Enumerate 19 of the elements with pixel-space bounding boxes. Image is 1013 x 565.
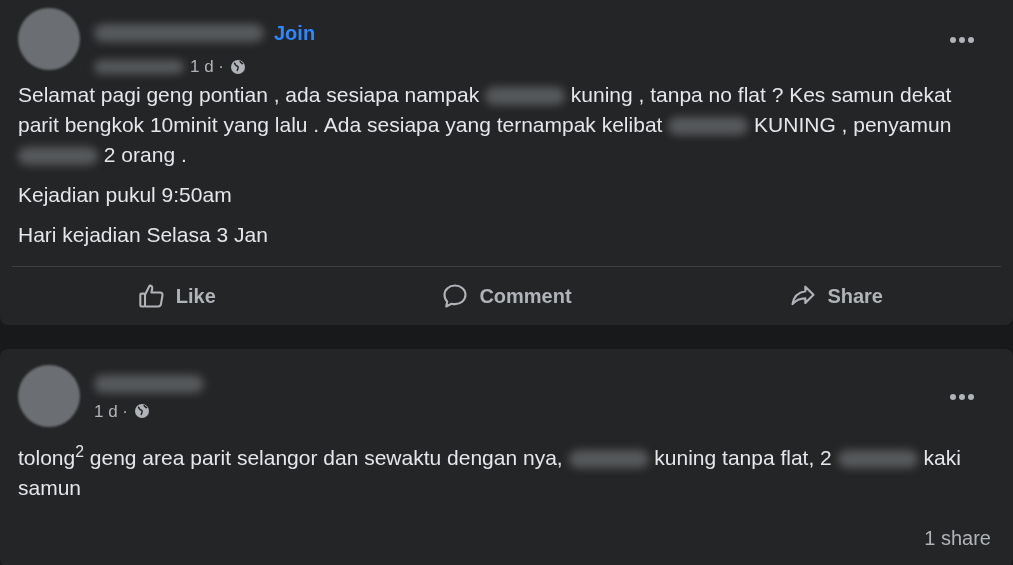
- post-text: tolong$^{2}$ geng area parit selangor dan sewaktu dengan nya, kuning tanpa flat, 2 kaki samun: [18, 442, 962, 501]
- post-time[interactable]: 1 d ·: [190, 54, 225, 80]
- post-text: Kejadian pukul 9:50am: [18, 181, 233, 208]
- thumbs-up-icon: [137, 281, 166, 310]
- globe-icon: [230, 58, 247, 75]
- post-time[interactable]: 1 d ·: [94, 398, 129, 424]
- speech-bubble-icon: [441, 281, 470, 310]
- comment-button[interactable]: Comment: [341, 280, 672, 311]
- share-count[interactable]: 1 share: [924, 522, 991, 553]
- post-text: Selamat pagi geng pontian , ada sesiapa nampak kuning , tanpa no flat ? Kes samun dekat parit bengkok 10minit yang lalu . Ada sesiapa yang ternampak kelibat KUNING , penyamun 2 orang .: [18, 81, 953, 168]
- join-link[interactable]: Join: [274, 18, 316, 48]
- avatar[interactable]: [18, 364, 80, 427]
- globe-icon: [134, 403, 151, 420]
- avatar[interactable]: [18, 8, 80, 70]
- more-options-icon[interactable]: [949, 392, 975, 401]
- post-text: Hari kejadian Selasa 3 Jan: [18, 221, 269, 248]
- more-options-icon[interactable]: [949, 36, 975, 44]
- like-button[interactable]: Like: [12, 280, 342, 311]
- share-button[interactable]: Share: [671, 280, 1001, 311]
